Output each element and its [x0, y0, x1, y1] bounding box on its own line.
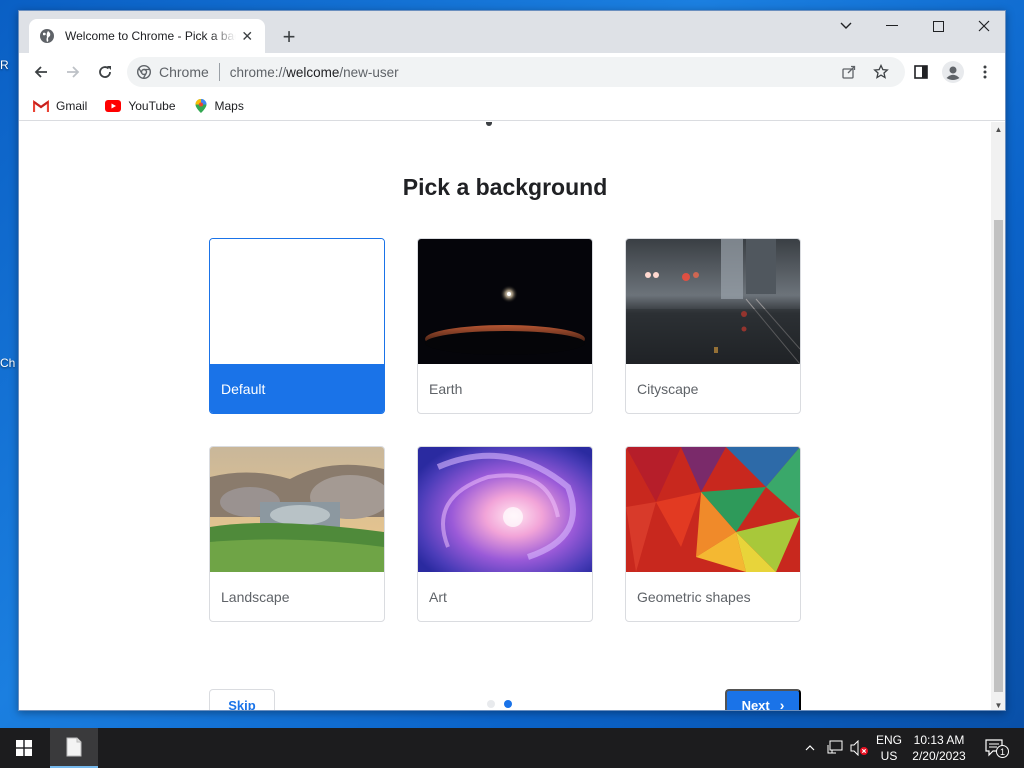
arrow-right-icon	[67, 66, 80, 78]
chevron-right-icon: ›	[779, 697, 785, 711]
active-tab[interactable]: Welcome to Chrome - Pick a background ✕	[29, 19, 265, 53]
show-hidden-icons-button[interactable]	[802, 728, 818, 768]
maximize-button[interactable]	[915, 11, 961, 41]
chrome-icon	[137, 65, 151, 79]
volume-button[interactable]	[848, 728, 870, 768]
back-button[interactable]	[27, 59, 55, 85]
share-button[interactable]	[835, 59, 863, 85]
skip-button[interactable]: Skip	[209, 689, 275, 710]
address-bar[interactable]: Chrome chrome://welcome/new-user	[127, 57, 905, 87]
next-button-label: Next	[741, 697, 770, 711]
tab-search-button[interactable]	[823, 11, 869, 41]
clock-date: 2/20/2023	[912, 749, 966, 763]
close-icon	[978, 20, 990, 32]
tab-strip: Welcome to Chrome - Pick a background ✕ …	[19, 11, 1005, 53]
bookmark-star-button[interactable]	[867, 59, 895, 85]
art-thumbnail	[418, 447, 592, 572]
menu-button[interactable]	[971, 59, 999, 85]
card-label: Art	[429, 588, 447, 605]
notifications-button[interactable]: 1	[980, 728, 1010, 768]
chevron-up-icon	[805, 745, 815, 751]
speaker-muted-icon	[850, 740, 868, 756]
background-card-landscape[interactable]: Landscape	[209, 446, 385, 622]
toolbar: Chrome chrome://welcome/new-user	[19, 53, 1005, 91]
bookmark-label: Gmail	[56, 98, 88, 113]
more-vert-icon	[983, 65, 987, 79]
share-icon	[842, 65, 856, 79]
start-button[interactable]	[0, 728, 48, 768]
new-tab-button[interactable]: +	[277, 25, 301, 49]
background-card-geometric-shapes[interactable]: Geometric shapes	[625, 446, 801, 622]
globe-icon	[40, 29, 54, 43]
network-icon	[827, 740, 843, 754]
desktop-icon-label: Ch	[0, 356, 16, 370]
arrow-left-icon	[34, 66, 47, 78]
clock-time: 10:13 AM	[913, 733, 965, 747]
desktop-icon-label: R	[0, 58, 9, 72]
background-card-cityscape[interactable]: Cityscape	[625, 238, 801, 414]
page-title: Pick a background	[402, 174, 608, 200]
avatar-icon	[942, 61, 964, 83]
next-button[interactable]: Next ›	[725, 689, 801, 711]
close-tab-icon[interactable]: ✕	[240, 28, 256, 44]
side-panel-button[interactable]	[907, 59, 935, 85]
gmail-icon	[33, 99, 49, 112]
background-card-earth[interactable]: Earth	[417, 238, 593, 414]
bookmarks-bar: Gmail YouTube Maps	[19, 91, 1005, 121]
progress-dot-step-2-active	[504, 700, 512, 708]
bookmark-label: Maps	[214, 98, 244, 113]
card-label: Default	[210, 364, 384, 413]
card-label: Landscape	[221, 588, 290, 605]
logo-fragment	[486, 122, 492, 126]
default-thumbnail	[210, 239, 384, 364]
scroll-down-icon[interactable]: ▼	[991, 698, 1005, 710]
page-content: Pick a background Default Earth Cityscap…	[19, 122, 991, 711]
minimize-icon	[886, 25, 898, 26]
url-text[interactable]: chrome://welcome/new-user	[230, 65, 399, 80]
scroll-up-icon[interactable]: ▲	[991, 122, 1005, 136]
card-label: Earth	[429, 380, 463, 397]
scrollbar-thumb[interactable]	[994, 220, 1003, 692]
windows-logo-icon	[16, 740, 32, 756]
browser-window: Welcome to Chrome - Pick a background ✕ …	[18, 10, 1006, 711]
site-chip: Chrome	[159, 64, 209, 80]
language-code: ENG	[875, 733, 902, 747]
taskbar-app-document[interactable]	[50, 728, 98, 768]
reload-icon	[99, 66, 111, 78]
progress-dot-step-1	[487, 700, 495, 708]
bookmark-youtube[interactable]: YouTube	[105, 98, 176, 113]
maps-icon	[195, 98, 206, 113]
bookmark-gmail[interactable]: Gmail	[33, 99, 87, 113]
side-panel-icon	[914, 65, 928, 79]
bookmark-maps[interactable]: Maps	[194, 98, 244, 114]
page-scrollbar[interactable]: ▲ ▼	[991, 122, 1005, 710]
background-card-art[interactable]: Art	[417, 446, 593, 622]
network-button[interactable]	[824, 728, 846, 768]
document-icon	[66, 737, 82, 757]
maximize-icon	[932, 20, 944, 32]
taskbar: ENG US 10:13 AM 2/20/2023 1	[0, 728, 1024, 768]
bookmark-label: YouTube	[128, 98, 176, 113]
card-label: Geometric shapes	[637, 588, 751, 605]
reload-button[interactable]	[91, 59, 119, 85]
cityscape-thumbnail	[626, 239, 800, 364]
background-card-default[interactable]: Default	[209, 238, 385, 414]
close-window-button[interactable]	[961, 11, 1005, 41]
tab-title: Welcome to Chrome - Pick a background	[65, 29, 236, 43]
keyboard-layout: US	[880, 749, 898, 763]
geometric-thumbnail	[626, 447, 800, 572]
youtube-icon	[105, 99, 122, 112]
profile-button[interactable]	[939, 59, 967, 85]
omnibox-divider	[218, 63, 220, 81]
notification-count-badge: 1	[996, 745, 1009, 758]
minimize-button[interactable]	[869, 11, 915, 41]
clock-button[interactable]: 10:13 AM 2/20/2023	[910, 728, 968, 768]
landscape-thumbnail	[210, 447, 384, 572]
star-icon	[873, 64, 889, 79]
input-language-button[interactable]: ENG US	[872, 728, 906, 768]
card-label: Cityscape	[637, 380, 699, 397]
forward-button[interactable]	[59, 59, 87, 85]
chevron-down-icon	[840, 22, 852, 29]
earth-thumbnail	[418, 239, 592, 364]
